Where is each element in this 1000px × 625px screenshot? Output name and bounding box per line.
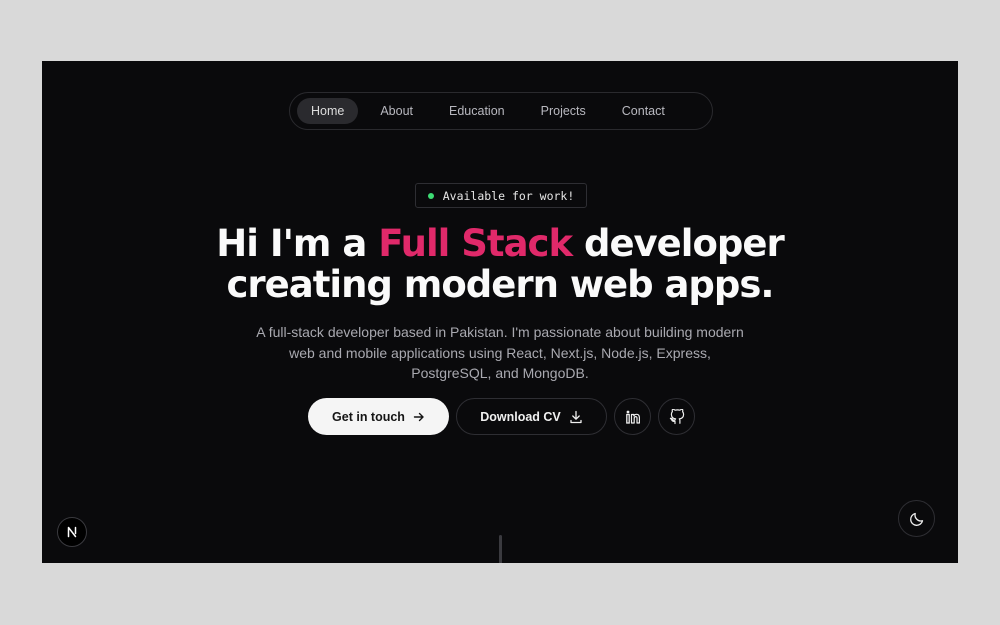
download-icon (570, 410, 582, 423)
moon-icon (909, 512, 923, 526)
scroll-indicator (499, 535, 502, 563)
linkedin-button[interactable] (614, 398, 651, 435)
download-cv-button[interactable]: Download CV (456, 398, 607, 435)
get-in-touch-label: Get in touch (332, 409, 405, 424)
github-button[interactable] (658, 398, 695, 435)
nav-education[interactable]: Education (435, 98, 519, 124)
hero-subtitle: A full-stack developer based in Pakistan… (256, 324, 744, 381)
nav-projects[interactable]: Projects (527, 98, 600, 124)
nav-about[interactable]: About (366, 98, 427, 124)
hero-title: Hi I'm a Full Stack developer creating m… (42, 223, 958, 305)
nav-contact[interactable]: Contact (608, 98, 679, 124)
hero-title-line2: creating modern web apps. (226, 263, 774, 306)
github-icon (669, 408, 684, 424)
n-glyph (67, 526, 77, 538)
download-cv-label: Download CV (480, 409, 561, 424)
cta-row: Get in touch Download CV (308, 398, 695, 435)
page-frame: Home About Education Projects Contact Av… (42, 61, 958, 563)
arrow-right-icon (413, 412, 424, 421)
n-logo-icon[interactable] (57, 517, 87, 547)
availability-text: Available for work! (442, 188, 575, 203)
theme-toggle-button[interactable] (898, 500, 935, 537)
hero-title-start: Hi I'm a (216, 222, 379, 265)
nav-home[interactable]: Home (297, 98, 359, 124)
top-nav: Home About Education Projects Contact (289, 92, 713, 130)
linkedin-icon (625, 410, 640, 424)
status-dot (427, 192, 434, 199)
availability-badge: Available for work! (415, 183, 587, 208)
get-in-touch-button[interactable]: Get in touch (308, 398, 449, 435)
hero-title-accent: Full Stack (378, 222, 573, 265)
hero-title-end: developer (572, 222, 785, 265)
